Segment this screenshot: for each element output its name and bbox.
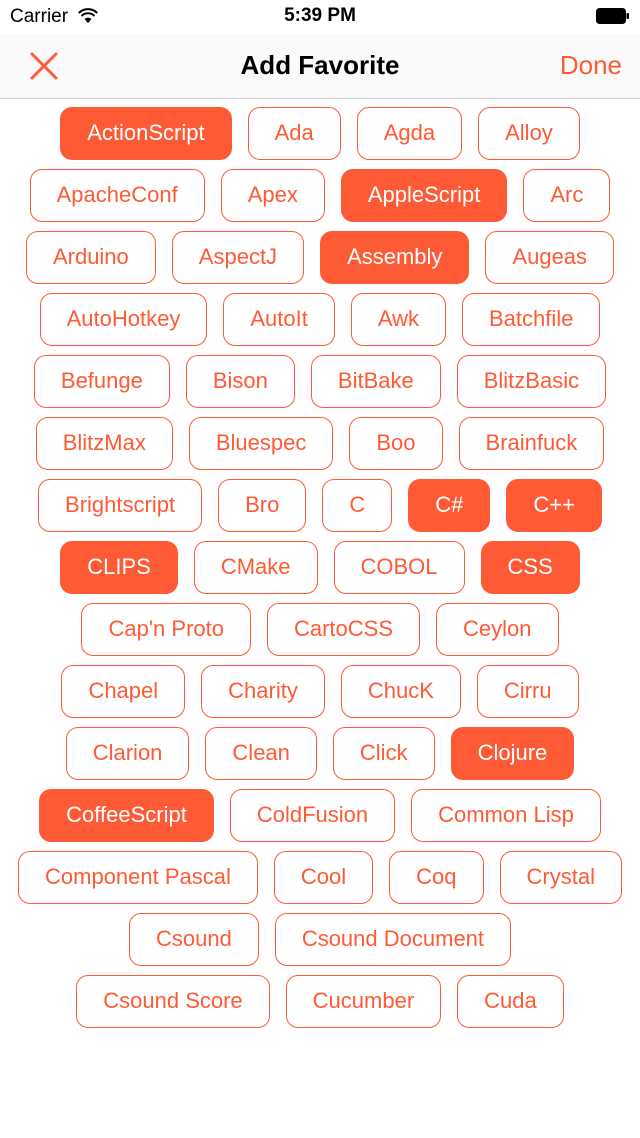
language-tag-blitzbasic[interactable]: BlitzBasic — [456, 355, 607, 408]
language-tag-c[interactable]: C — [322, 479, 393, 532]
language-tag-apex[interactable]: Apex — [220, 169, 325, 222]
language-tag-common-lisp[interactable]: Common Lisp — [411, 789, 601, 842]
status-time: 5:39 PM — [284, 5, 356, 26]
language-tag-assembly-selected[interactable]: Assembly — [320, 231, 470, 284]
language-tag-clean[interactable]: Clean — [205, 727, 317, 780]
language-tag-bison[interactable]: Bison — [185, 355, 295, 408]
language-tag-awk[interactable]: Awk — [350, 293, 446, 346]
language-tag-applescript-selected[interactable]: AppleScript — [340, 169, 508, 222]
tag-row: Arduino AspectJ Assembly Augeas — [0, 231, 640, 286]
language-tag-actionscript-selected[interactable]: ActionScript — [60, 107, 232, 160]
language-tag-apacheconf[interactable]: ApacheConf — [29, 169, 205, 222]
language-tag-ada[interactable]: Ada — [247, 107, 341, 160]
language-tag-cucumber[interactable]: Cucumber — [285, 975, 442, 1028]
status-bar: Carrier 5:39 PM — [0, 0, 640, 34]
language-tag-ceylon[interactable]: Ceylon — [436, 603, 559, 656]
language-tag-cmake[interactable]: CMake — [193, 541, 318, 594]
language-tag-boo[interactable]: Boo — [349, 417, 443, 470]
tag-row: Component Pascal Cool Coq Crystal — [0, 851, 640, 906]
language-tag-coldfusion[interactable]: ColdFusion — [229, 789, 396, 842]
tag-row: ApacheConf Apex AppleScript Arc — [0, 169, 640, 224]
language-tag-cirru[interactable]: Cirru — [476, 665, 579, 718]
done-button[interactable]: Done — [560, 50, 622, 81]
tag-row: ActionScript Ada Agda Alloy — [0, 107, 640, 162]
language-tag-blitzmax[interactable]: BlitzMax — [35, 417, 173, 470]
language-tag-csound[interactable]: Csound — [128, 913, 259, 966]
language-tag-c-selected[interactable]: C# — [408, 479, 491, 532]
language-tag-alloy[interactable]: Alloy — [478, 107, 580, 160]
language-tag-coffeescript-selected[interactable]: CoffeeScript — [39, 789, 214, 842]
language-tag-arduino[interactable]: Arduino — [25, 231, 156, 284]
tag-row: Chapel Charity ChucK Cirru — [0, 665, 640, 720]
language-tag-clarion[interactable]: Clarion — [65, 727, 190, 780]
language-tag-chapel[interactable]: Chapel — [61, 665, 186, 718]
language-tag-component-pascal[interactable]: Component Pascal — [18, 851, 258, 904]
language-tag-agda[interactable]: Agda — [356, 107, 463, 160]
language-tag-clojure-selected[interactable]: Clojure — [450, 727, 575, 780]
language-tag-cloud: ActionScript Ada Agda Alloy ApacheConf Apex Ap… — [0, 100, 640, 1138]
tag-row: Csound Csound Document — [0, 913, 640, 968]
language-tag-clips-selected[interactable]: CLIPS — [60, 541, 178, 594]
language-tag-cartocss[interactable]: CartoCSS — [266, 603, 421, 656]
language-tag-css-selected[interactable]: CSS — [480, 541, 580, 594]
language-tag-cool[interactable]: Cool — [273, 851, 374, 904]
language-tag-augeas[interactable]: Augeas — [485, 231, 615, 284]
language-tag-coq[interactable]: Coq — [389, 851, 484, 904]
language-tag-aspectj[interactable]: AspectJ — [171, 231, 305, 284]
battery-icon — [596, 8, 629, 24]
tag-row: Befunge Bison BitBake BlitzBasic — [0, 355, 640, 410]
language-tag-brainfuck[interactable]: Brainfuck — [458, 417, 605, 470]
tag-row: Clarion Clean Click Clojure — [0, 727, 640, 782]
language-tag-csound-score[interactable]: Csound Score — [76, 975, 270, 1028]
language-tag-batchfile[interactable]: Batchfile — [462, 293, 601, 346]
navigation-bar: Add Favorite Done — [0, 34, 640, 99]
language-tag-cap-n-proto[interactable]: Cap'n Proto — [81, 603, 251, 656]
language-tag-click[interactable]: Click — [332, 727, 435, 780]
tag-row: AutoHotkey AutoIt Awk Batchfile — [0, 293, 640, 348]
tag-row: CLIPS CMake COBOL CSS — [0, 541, 640, 596]
language-tag-cobol[interactable]: COBOL — [333, 541, 465, 594]
language-tag-brightscript[interactable]: Brightscript — [38, 479, 203, 532]
language-tag-bro[interactable]: Bro — [218, 479, 307, 532]
tag-row: BlitzMax Bluespec Boo Brainfuck — [0, 417, 640, 472]
language-tag-c-selected[interactable]: C++ — [506, 479, 602, 532]
tag-row: Brightscript Bro C C# C++ — [0, 479, 640, 534]
language-tag-autohotkey[interactable]: AutoHotkey — [39, 293, 208, 346]
language-tag-arc[interactable]: Arc — [523, 169, 611, 222]
language-tag-csound-document[interactable]: Csound Document — [274, 913, 512, 966]
tag-row: Cap'n Proto CartoCSS Ceylon — [0, 603, 640, 658]
language-tag-autoit[interactable]: AutoIt — [223, 293, 335, 346]
language-tag-bitbake[interactable]: BitBake — [310, 355, 441, 408]
language-tag-cuda[interactable]: Cuda — [457, 975, 564, 1028]
language-tag-bluespec[interactable]: Bluespec — [188, 417, 334, 470]
language-tag-befunge[interactable]: Befunge — [33, 355, 170, 408]
page-title: Add Favorite — [240, 50, 400, 80]
language-tag-chuck[interactable]: ChucK — [340, 665, 461, 718]
language-tag-crystal[interactable]: Crystal — [499, 851, 622, 904]
language-tag-charity[interactable]: Charity — [201, 665, 325, 718]
tag-row: Csound Score Cucumber Cuda — [0, 975, 640, 1030]
tag-row: CoffeeScript ColdFusion Common Lisp — [0, 789, 640, 844]
